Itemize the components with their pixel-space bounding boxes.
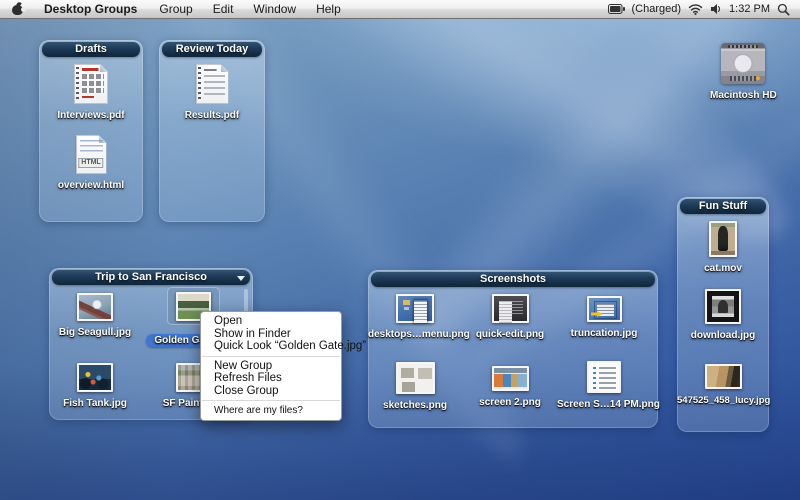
file-truncation-jpg[interactable]: truncation.jpg — [557, 296, 651, 341]
context-menu-item-show-in-finder[interactable]: Show in Finder — [201, 328, 341, 341]
context-menu-item-quick-look[interactable]: Quick Look “Golden Gate.jpg” — [201, 340, 366, 353]
menu-group[interactable]: Group — [149, 0, 202, 19]
menu-edit[interactable]: Edit — [203, 0, 244, 19]
screenshot-thumbnail — [491, 366, 529, 391]
group-drafts: Drafts Interviews.pdf HTML overview.html — [39, 40, 143, 222]
photo-thumbnail — [705, 289, 741, 324]
group-header-screenshots[interactable]: Screenshots — [371, 272, 655, 287]
context-menu-item-new-group[interactable]: New Group — [201, 360, 341, 373]
file-overview-html[interactable]: HTML overview.html — [39, 135, 143, 193]
context-menu: Open Show in Finder Quick Look “Golden G… — [200, 311, 366, 421]
group-screenshots: Screenshots desktops…menu.png quick-edit… — [368, 270, 660, 428]
apple-menu-icon[interactable] — [12, 1, 26, 15]
file-quick-edit-png[interactable]: quick-edit.png — [463, 294, 557, 342]
file-results-pdf[interactable]: Results.pdf — [159, 64, 265, 123]
file-big-seagull-jpg[interactable]: Big Seagull.jpg — [49, 293, 141, 340]
desktop-screen: Desktop Groups Group Edit Window Help (C… — [0, 0, 800, 500]
spotlight-search-icon[interactable] — [777, 3, 790, 16]
file-label: truncation.jpg — [570, 328, 638, 339]
pdf-document-icon — [196, 64, 229, 104]
file-download-jpg[interactable]: download.jpg — [677, 289, 769, 343]
context-menu-item-refresh-files[interactable]: Refresh Files — [201, 372, 341, 385]
disclosure-triangle-icon[interactable] — [237, 276, 245, 281]
screenshot-thumbnail — [396, 294, 434, 323]
file-cat-mov[interactable]: cat.mov — [677, 221, 769, 276]
file-label: Fish Tank.jpg — [63, 398, 127, 409]
clock[interactable]: 1:32 PM — [729, 3, 770, 15]
screenshot-thumbnail — [491, 294, 529, 323]
screenshot-thumbnail — [395, 362, 435, 394]
file-label: 547525_458_lucy.jpg — [677, 395, 771, 406]
file-desktops-menu-png[interactable]: desktops…menu.png — [368, 294, 470, 342]
file-label: Interviews.pdf — [57, 110, 125, 121]
volume-label: Macintosh HD — [710, 90, 777, 101]
file-label: overview.html — [57, 180, 125, 191]
group-header-review-today[interactable]: Review Today — [162, 42, 262, 57]
file-label: quick-edit.png — [475, 329, 545, 340]
file-sketches-png[interactable]: sketches.png — [368, 362, 462, 413]
file-fish-tank-jpg[interactable]: Fish Tank.jpg — [49, 363, 141, 411]
html-badge: HTML — [78, 158, 103, 168]
file-screen-2-png[interactable]: screen 2.png — [463, 366, 557, 410]
volume-macintosh-hd[interactable]: Macintosh HD — [710, 43, 777, 103]
battery-status-label: (Charged) — [631, 3, 682, 15]
photo-thumbnail — [77, 363, 113, 392]
wifi-icon[interactable] — [688, 3, 703, 15]
menu-separator — [202, 355, 340, 357]
group-fun-stuff: Fun Stuff cat.mov download.jpg 547525_45… — [677, 197, 771, 432]
file-label: download.jpg — [690, 330, 756, 341]
battery-icon[interactable] — [607, 4, 625, 14]
menu-help[interactable]: Help — [306, 0, 351, 19]
group-header-drafts[interactable]: Drafts — [42, 42, 140, 57]
movie-thumbnail — [709, 221, 737, 257]
menu-bar: Desktop Groups Group Edit Window Help (C… — [0, 0, 800, 19]
file-label: cat.mov — [704, 263, 742, 274]
group-header-trip[interactable]: Trip to San Francisco — [52, 270, 250, 285]
file-label: screen 2.png — [479, 397, 541, 408]
file-label: desktops…menu.png — [368, 329, 470, 340]
photo-thumbnail — [704, 364, 742, 389]
menu-separator — [202, 400, 340, 401]
file-interviews-pdf[interactable]: Interviews.pdf — [39, 64, 143, 123]
file-label: sketches.png — [383, 400, 447, 411]
screenshot-thumbnail — [586, 296, 622, 322]
menu-window[interactable]: Window — [243, 0, 306, 19]
app-menu-desktop-groups[interactable]: Desktop Groups — [36, 0, 149, 19]
file-screen-shot-png[interactable]: Screen S…14 PM.png — [557, 361, 660, 412]
file-label: Results.pdf — [184, 110, 240, 121]
photo-thumbnail — [77, 293, 113, 321]
group-header-fun-stuff[interactable]: Fun Stuff — [680, 199, 766, 214]
file-lucy-jpg[interactable]: 547525_458_lucy.jpg — [677, 364, 771, 408]
html-document-icon: HTML — [76, 135, 107, 174]
file-label: Big Seagull.jpg — [58, 327, 132, 338]
context-menu-item-where-are-my-files[interactable]: Where are my files? — [201, 404, 341, 417]
file-label: Screen S…14 PM.png — [557, 399, 660, 410]
group-review-today: Review Today Results.pdf — [159, 40, 265, 222]
context-menu-item-open[interactable]: Open — [201, 315, 341, 328]
context-menu-item-close-group[interactable]: Close Group — [201, 385, 341, 398]
pdf-document-icon — [74, 64, 108, 104]
volume-icon[interactable] — [710, 3, 722, 15]
screenshot-thumbnail — [587, 361, 621, 393]
hard-drive-icon — [721, 43, 765, 84]
